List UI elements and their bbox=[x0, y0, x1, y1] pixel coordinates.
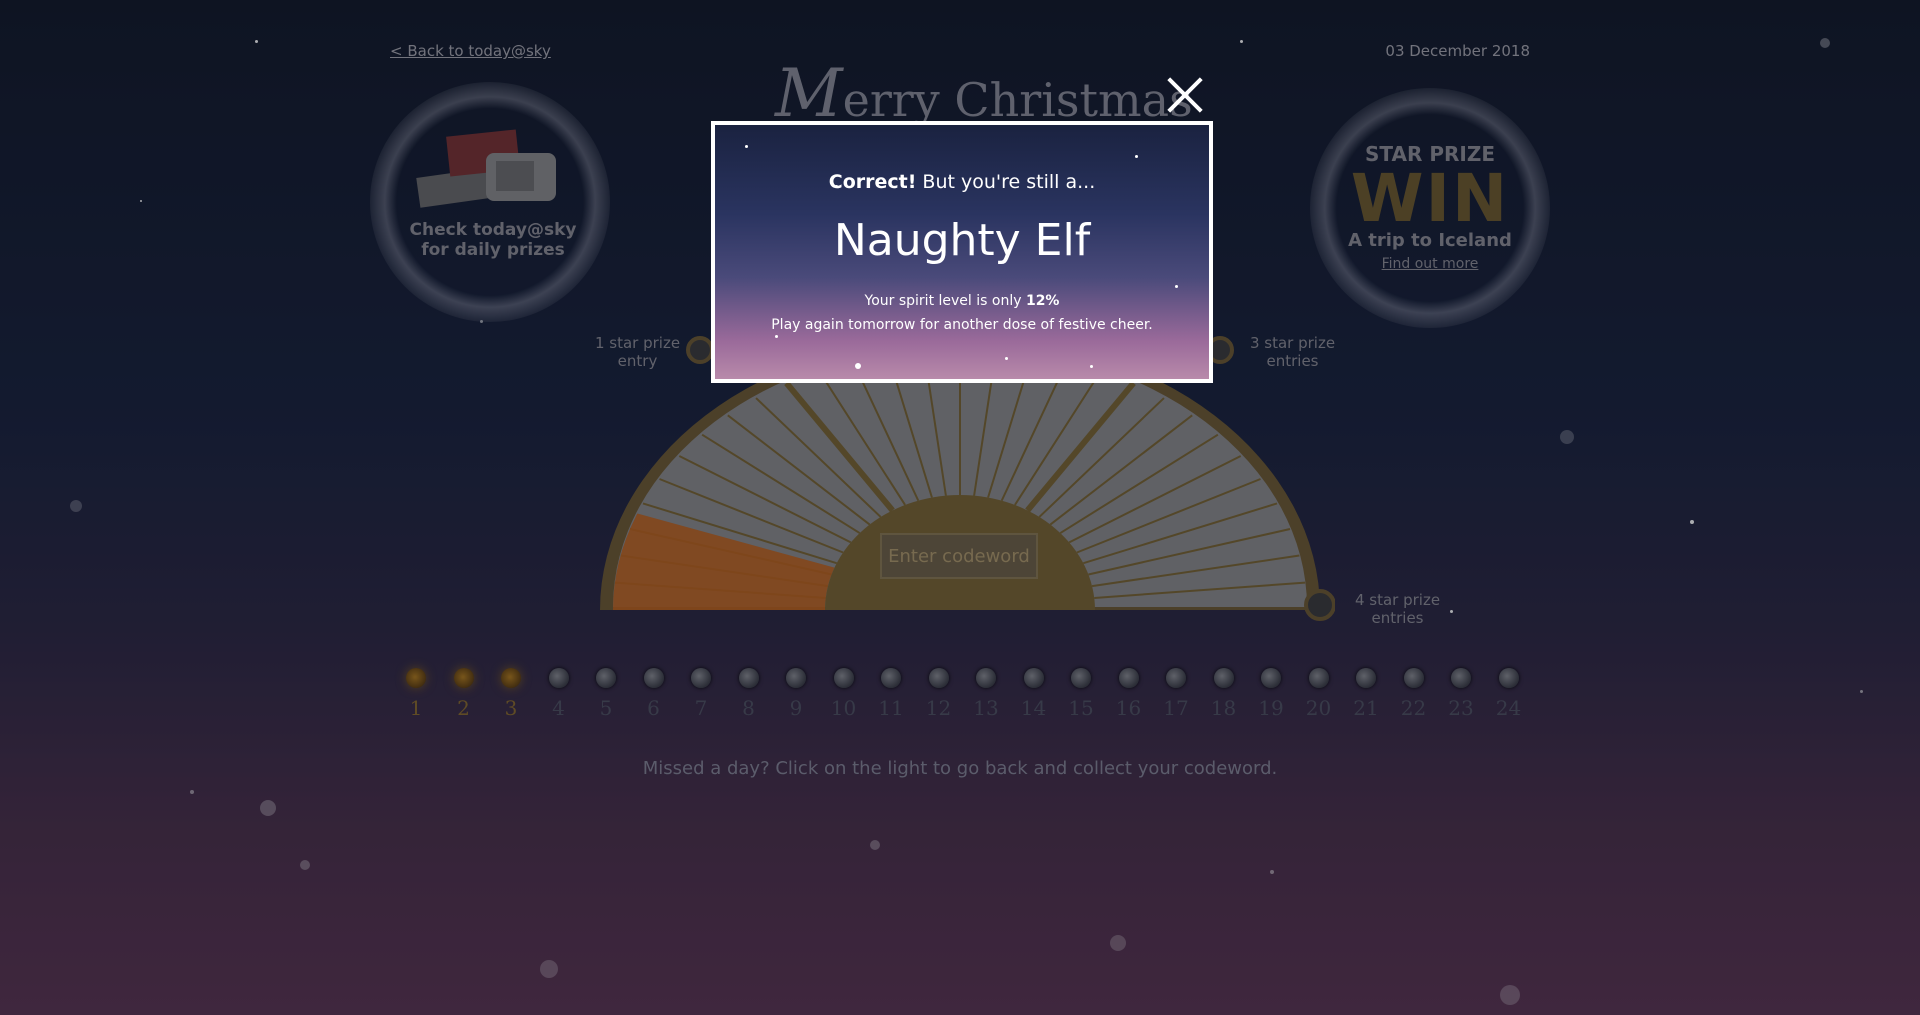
result-title: Naughty Elf bbox=[833, 215, 1091, 266]
correct-word: Correct! bbox=[828, 171, 917, 193]
spirit-prefix: Your spirit level is only bbox=[864, 293, 1026, 309]
correct-rest: But you're still a... bbox=[916, 171, 1096, 193]
spirit-level-text: Your spirit level is only 12% bbox=[715, 293, 1209, 309]
spirit-value: 12% bbox=[1025, 293, 1060, 309]
result-modal: Correct! But you're still a... Naughty E… bbox=[711, 121, 1213, 383]
result-correct-line: Correct! But you're still a... bbox=[715, 171, 1209, 193]
close-icon[interactable] bbox=[1164, 74, 1206, 116]
play-again-text: Play again tomorrow for another dose of … bbox=[771, 317, 1153, 333]
